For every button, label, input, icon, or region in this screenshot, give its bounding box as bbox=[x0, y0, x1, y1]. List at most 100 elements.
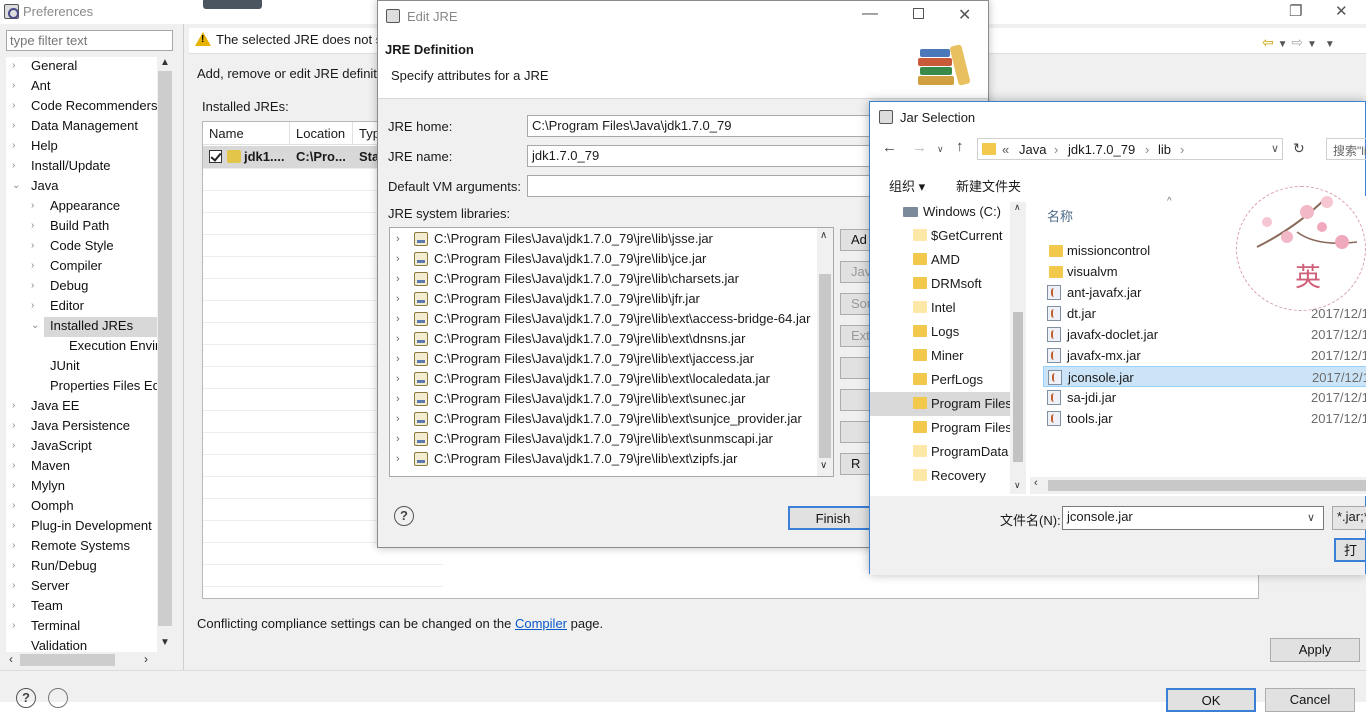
chevron-right-icon[interactable]: › bbox=[12, 117, 22, 135]
chevron-right-icon[interactable]: › bbox=[12, 497, 22, 515]
nav-scrollbar[interactable]: ∧ ∨ bbox=[1010, 202, 1026, 494]
tree-item[interactable]: › General bbox=[6, 57, 157, 77]
nav-item[interactable]: Program Files bbox=[870, 392, 1012, 416]
table-row[interactable]: jdk1.... C:\Pro... Sta bbox=[203, 146, 403, 168]
chevron-right-icon[interactable]: › bbox=[31, 217, 41, 235]
tree-item[interactable]: Properties Files Ed bbox=[6, 377, 157, 397]
nav-item[interactable]: Miner bbox=[870, 344, 1010, 368]
chevron-down-icon[interactable]: ∨ bbox=[1014, 480, 1021, 491]
nav-item[interactable]: Intel bbox=[870, 296, 1010, 320]
chevron-right-icon[interactable]: › bbox=[12, 517, 22, 535]
filter-input[interactable] bbox=[6, 30, 173, 51]
tree-vertical-scrollbar[interactable]: ▲ ▼ bbox=[157, 57, 173, 652]
chevron-down-icon[interactable]: ▼ bbox=[1278, 39, 1288, 50]
chevron-right-icon[interactable]: › bbox=[396, 269, 400, 289]
chevron-down-icon[interactable]: ⌄ bbox=[31, 317, 41, 335]
breadcrumb-lib[interactable]: lib bbox=[1158, 142, 1171, 157]
back-arrow-icon[interactable]: ⇦ bbox=[1262, 34, 1274, 50]
open-button[interactable]: 打 bbox=[1334, 538, 1366, 562]
libraries-scrollbar[interactable]: ∧ ∨ bbox=[817, 228, 833, 476]
filename-input[interactable]: jconsole.jar ∨ bbox=[1062, 506, 1324, 530]
tree-item[interactable]: › JavaScript bbox=[6, 437, 157, 457]
tree-horizontal-scrollbar[interactable]: ‹ › bbox=[6, 652, 157, 668]
column-name[interactable]: Name bbox=[203, 122, 290, 145]
chevron-down-icon[interactable]: ▼ bbox=[1307, 39, 1317, 50]
file-item[interactable]: sa-jdi.jar 2017/12/1 bbox=[1043, 387, 1366, 408]
chevron-right-icon[interactable]: › bbox=[396, 449, 400, 469]
jre-home-input[interactable]: C:\Program Files\Java\jdk1.7.0_79 bbox=[527, 115, 872, 137]
splitter[interactable] bbox=[183, 24, 184, 670]
nav-item[interactable]: Logs bbox=[870, 320, 1010, 344]
chevron-right-icon[interactable]: › bbox=[12, 617, 22, 635]
chevron-right-icon[interactable]: › bbox=[12, 77, 22, 95]
close-window-button[interactable]: ✕ bbox=[1335, 2, 1348, 20]
help-icon[interactable]: ? bbox=[394, 506, 414, 526]
finish-button[interactable]: Finish bbox=[788, 506, 878, 530]
close-icon[interactable]: ✕ bbox=[958, 5, 971, 25]
nav-item[interactable]: Program Files bbox=[870, 416, 1012, 440]
address-bar[interactable]: « Java › jdk1.7.0_79 › lib › ∨ bbox=[977, 138, 1283, 160]
tree-item[interactable]: › Terminal bbox=[6, 617, 157, 637]
library-item[interactable]: › C:\Program Files\Java\jdk1.7.0_79\jre\l… bbox=[390, 309, 820, 329]
breadcrumb-java[interactable]: Java bbox=[1019, 142, 1046, 157]
library-item[interactable]: › C:\Program Files\Java\jdk1.7.0_79\jre\l… bbox=[390, 269, 820, 289]
recent-locations-icon[interactable]: ∨ bbox=[937, 144, 944, 155]
file-item[interactable]: javafx-mx.jar 2017/12/1 bbox=[1043, 345, 1366, 366]
up-arrow-icon[interactable]: ↑ bbox=[956, 138, 964, 155]
tree-item[interactable]: › Appearance bbox=[6, 197, 157, 217]
restore-button[interactable]: ❐ bbox=[1289, 2, 1302, 20]
search-input[interactable]: 搜索"li bbox=[1326, 138, 1366, 160]
file-type-select[interactable]: *.jar;* bbox=[1332, 506, 1366, 530]
file-item[interactable]: javafx-doclet.jar 2017/12/1 bbox=[1043, 324, 1366, 345]
tree-item[interactable]: › Server bbox=[6, 577, 157, 597]
chevron-right-icon[interactable]: › bbox=[396, 229, 400, 249]
tree-item[interactable]: › Ant bbox=[6, 77, 157, 97]
chevron-right-icon[interactable]: › bbox=[396, 289, 400, 309]
tree-item[interactable]: › Build Path bbox=[6, 217, 157, 237]
nav-item[interactable]: Windows (C:) bbox=[870, 200, 1010, 224]
chevron-down-icon[interactable]: ∨ bbox=[1307, 511, 1315, 524]
library-item[interactable]: › C:\Program Files\Java\jdk1.7.0_79\jre\l… bbox=[390, 389, 820, 409]
chevron-up-icon[interactable]: ∧ bbox=[1014, 202, 1021, 213]
tree-item[interactable]: › Editor bbox=[6, 297, 157, 317]
refresh-icon[interactable]: ↻ bbox=[1293, 140, 1305, 157]
chevron-right-icon[interactable]: › bbox=[31, 277, 41, 295]
import-export-icon[interactable] bbox=[48, 688, 68, 708]
library-item[interactable]: › C:\Program Files\Java\jdk1.7.0_79\jre\l… bbox=[390, 429, 820, 449]
tree-item[interactable]: Validation bbox=[6, 637, 157, 652]
chevron-right-icon[interactable]: › bbox=[12, 57, 22, 75]
scrollbar-thumb[interactable] bbox=[158, 71, 172, 626]
tree-item[interactable]: › Install/Update bbox=[6, 157, 157, 177]
organize-menu[interactable]: 组织 ▾ bbox=[889, 176, 925, 195]
chevron-right-icon[interactable]: › bbox=[396, 429, 400, 449]
chevron-down-icon[interactable]: ⌄ bbox=[12, 177, 22, 195]
help-icon[interactable]: ? bbox=[16, 688, 36, 708]
scrollbar-thumb[interactable] bbox=[20, 654, 115, 666]
chevron-right-icon[interactable]: › bbox=[396, 389, 400, 409]
nav-item[interactable]: AMD bbox=[870, 248, 1010, 272]
chevron-right-icon[interactable]: › bbox=[396, 369, 400, 389]
chevron-right-icon[interactable]: › bbox=[396, 409, 400, 429]
chevron-right-icon[interactable]: › bbox=[31, 237, 41, 255]
tree-item[interactable]: › Run/Debug bbox=[6, 557, 157, 577]
chevron-down-icon[interactable]: ∨ bbox=[820, 460, 827, 471]
tree-item[interactable]: › Oomph bbox=[6, 497, 157, 517]
library-item[interactable]: › C:\Program Files\Java\jdk1.7.0_79\jre\l… bbox=[390, 329, 820, 349]
compiler-link[interactable]: Compiler bbox=[515, 616, 567, 631]
chevron-right-icon[interactable]: › bbox=[12, 597, 22, 615]
chevron-right-icon[interactable]: › bbox=[12, 437, 22, 455]
maximize-icon[interactable] bbox=[913, 8, 924, 19]
scrollbar-thumb[interactable] bbox=[819, 274, 831, 458]
scroll-left-icon[interactable]: ‹ bbox=[9, 652, 13, 666]
scroll-right-icon[interactable]: › bbox=[144, 652, 148, 666]
cancel-button[interactable]: Cancel bbox=[1265, 688, 1355, 712]
nav-item[interactable]: PerfLogs bbox=[870, 368, 1010, 392]
tree-item[interactable]: › Java Persistence bbox=[6, 417, 157, 437]
chevron-right-icon[interactable]: › bbox=[396, 309, 400, 329]
chevron-right-icon[interactable]: › bbox=[12, 557, 22, 575]
chevron-right-icon[interactable]: › bbox=[31, 297, 41, 315]
ok-button[interactable]: OK bbox=[1166, 688, 1256, 712]
chevron-right-icon[interactable]: › bbox=[12, 97, 22, 115]
chevron-right-icon[interactable]: › bbox=[12, 457, 22, 475]
chevron-right-icon[interactable]: › bbox=[12, 417, 22, 435]
